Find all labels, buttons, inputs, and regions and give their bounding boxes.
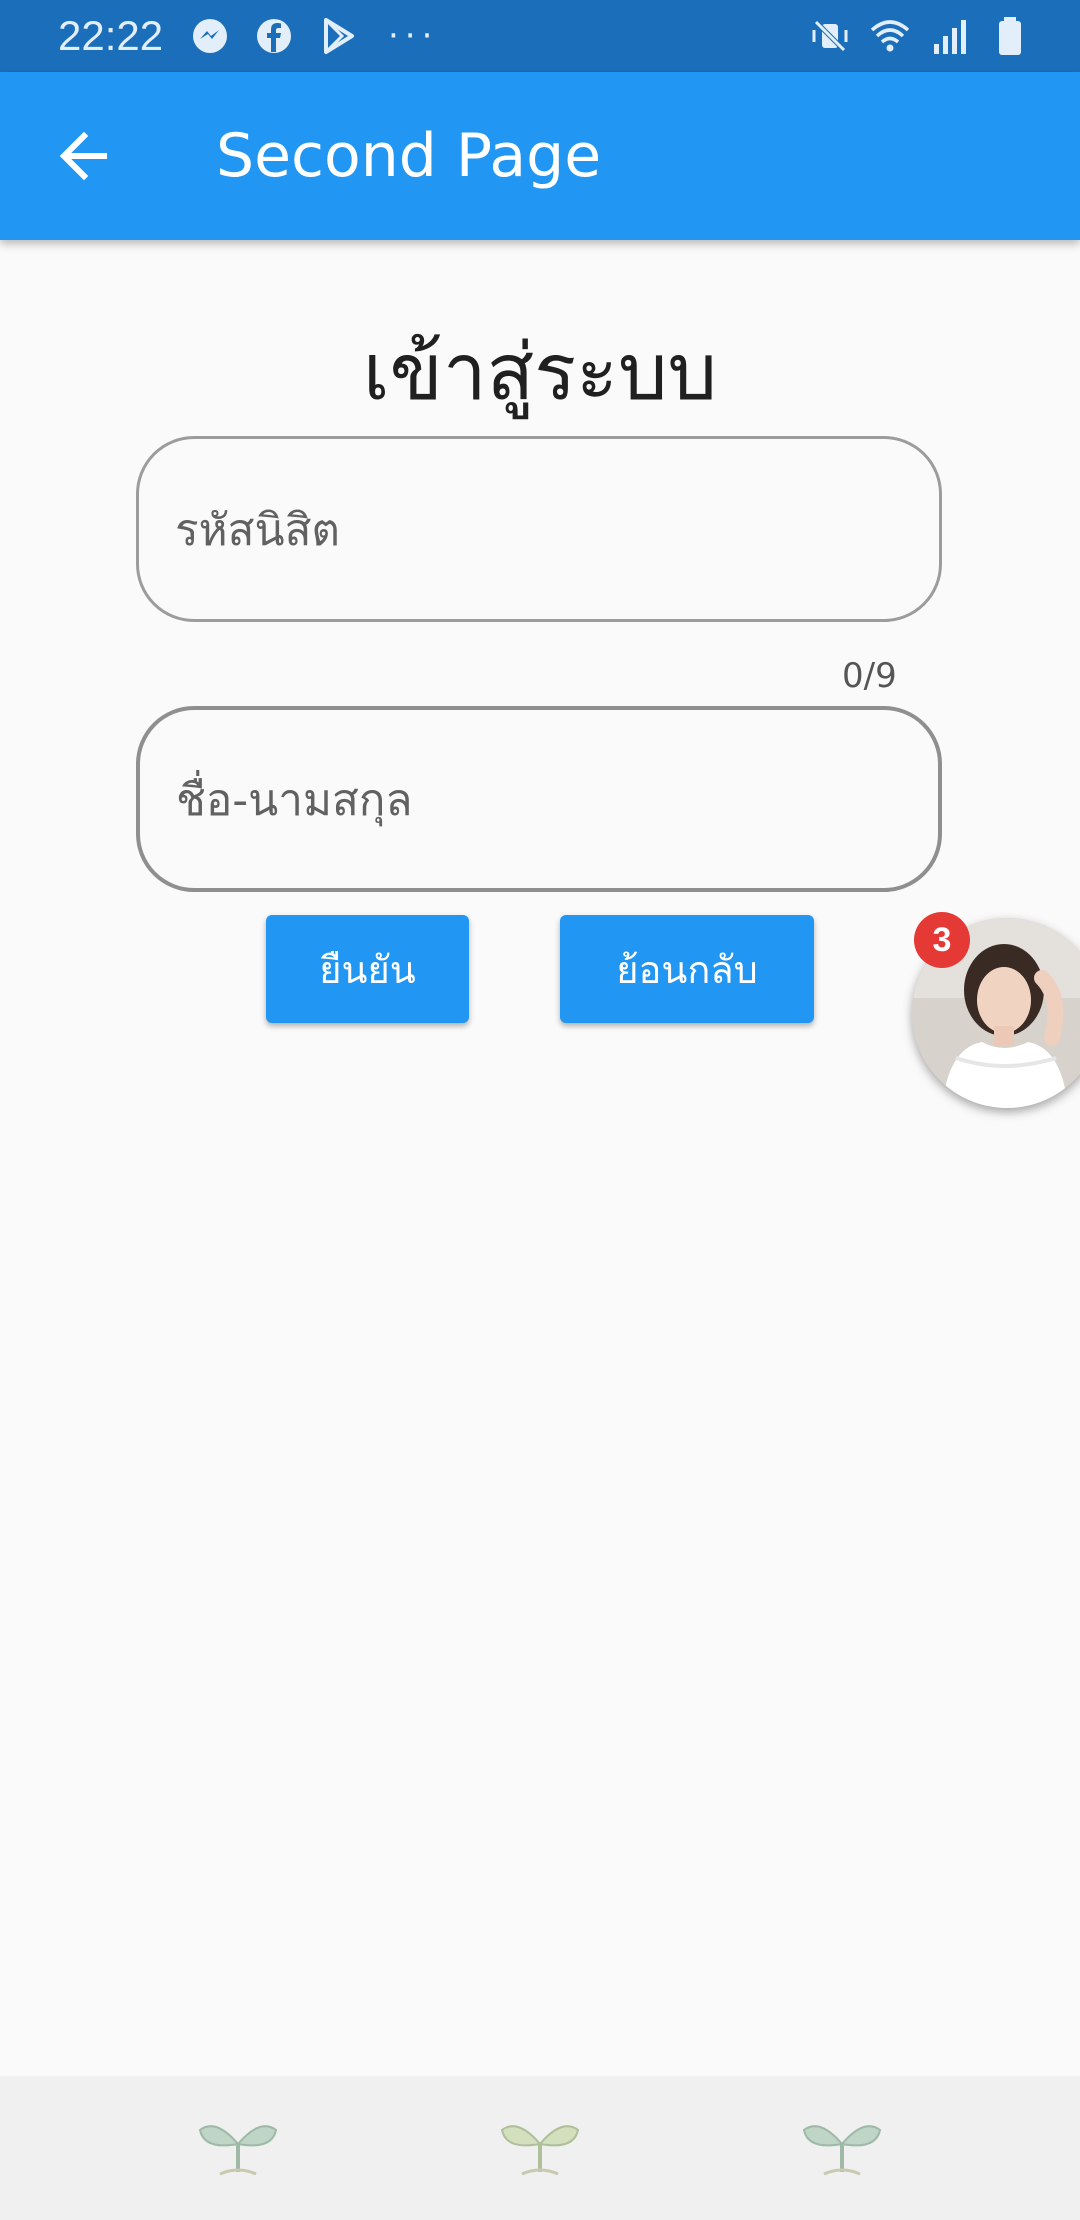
full-name-input[interactable] bbox=[174, 710, 908, 890]
notification-icons: ··· bbox=[188, 14, 438, 58]
student-id-input[interactable] bbox=[173, 439, 907, 621]
login-heading: เข้าสู่ระบบ bbox=[362, 328, 718, 418]
more-notifications-icon: ··· bbox=[388, 16, 439, 56]
facebook-icon bbox=[257, 19, 291, 53]
mute-vibrate-icon bbox=[812, 20, 848, 52]
status-time: 22:22 bbox=[58, 12, 164, 59]
signal-icon bbox=[934, 20, 966, 54]
sprout-icon[interactable] bbox=[196, 2114, 280, 2180]
confirm-button[interactable]: ยืนยัน bbox=[266, 915, 469, 1023]
app-bar: Second Page bbox=[0, 72, 1080, 240]
wifi-icon bbox=[870, 20, 910, 52]
page-title: Second Page bbox=[216, 121, 602, 191]
status-bar: 22:22 ··· bbox=[0, 0, 1080, 72]
system-icons bbox=[808, 14, 1032, 58]
messenger-icon bbox=[193, 19, 227, 53]
back-button[interactable]: ย้อนกลับ bbox=[560, 915, 814, 1023]
notification-badge: 3 bbox=[914, 912, 970, 968]
back-arrow-icon[interactable] bbox=[52, 122, 120, 190]
battery-icon bbox=[999, 17, 1021, 55]
sprout-icon[interactable] bbox=[800, 2114, 884, 2180]
play-store-icon bbox=[324, 18, 354, 54]
character-counter: 0/9 bbox=[842, 656, 897, 696]
student-id-field[interactable] bbox=[136, 436, 942, 622]
full-name-field[interactable] bbox=[136, 706, 942, 892]
bottom-nav-bar bbox=[0, 2076, 1080, 2220]
sprout-icon[interactable] bbox=[498, 2114, 582, 2180]
